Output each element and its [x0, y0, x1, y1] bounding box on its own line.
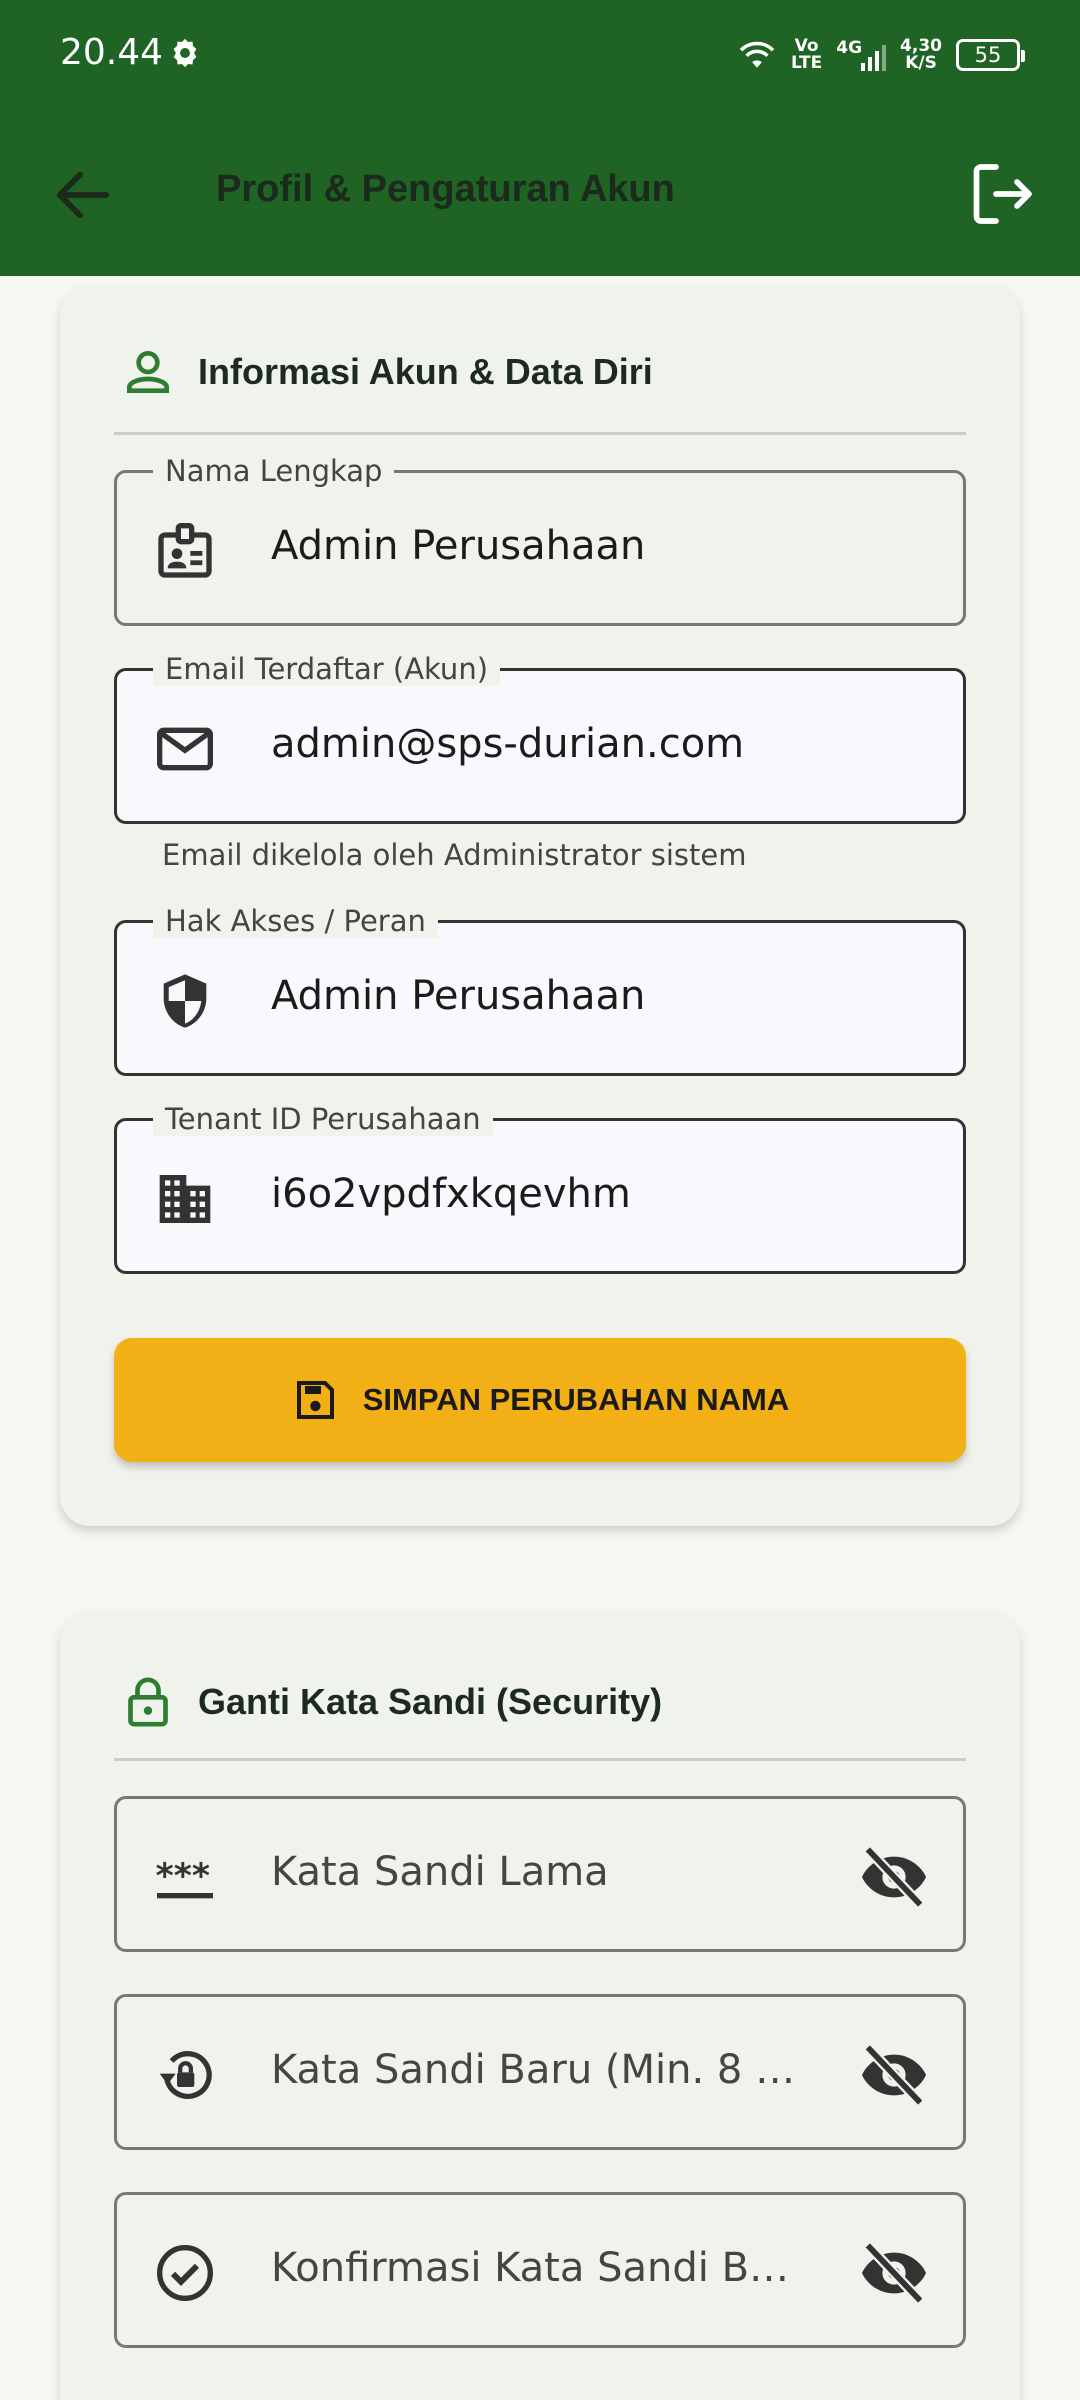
status-icons: Vo LTE 4G 4,30 K/S 55	[737, 30, 1025, 80]
divider	[114, 432, 966, 435]
confirm-password-field[interactable]: Konfirmasi Kata Sandi Baru	[114, 2192, 966, 2348]
security-card-title: Ganti Kata Sandi (Security)	[198, 1681, 663, 1722]
check-circle-icon	[157, 2245, 213, 2301]
save-name-button[interactable]: SIMPAN PERUBAHAN NAMA	[114, 1338, 966, 1462]
tenant-id-label: Tenant ID Perusahaan	[153, 1102, 493, 1136]
building-icon	[159, 1175, 211, 1223]
visibility-off-icon[interactable]	[859, 2043, 929, 2107]
tenant-id-value: i6o2vpdfxkqevhm	[271, 1171, 631, 1217]
new-password-placeholder: Kata Sandi Baru (Min. 8 k…	[271, 2047, 811, 2093]
logout-icon[interactable]	[966, 158, 1038, 230]
visibility-off-icon[interactable]	[859, 1845, 929, 1909]
old-password-field[interactable]: *** Kata Sandi Lama	[114, 1796, 966, 1952]
lock-icon	[128, 1677, 168, 1727]
save-button-label: SIMPAN PERUBAHAN NAMA	[362, 1382, 790, 1417]
account-card-header: Informasi Akun & Data Diri	[120, 342, 653, 402]
volte-indicator: Vo LTE	[791, 36, 823, 73]
full-name-value: Admin Perusahaan	[271, 523, 646, 569]
svg-text:***: ***	[156, 1857, 210, 1897]
security-card-header: Ganti Kata Sandi (Security)	[120, 1672, 662, 1732]
visibility-off-icon[interactable]	[859, 2241, 929, 2305]
email-value: admin@sps-durian.com	[271, 721, 745, 767]
save-icon	[296, 1381, 334, 1419]
tenant-id-field: Tenant ID Perusahaan i6o2vpdfxkqevhm	[114, 1102, 966, 1274]
new-password-field[interactable]: Kata Sandi Baru (Min. 8 k…	[114, 1994, 966, 2150]
email-helper-text: Email dikelola oleh Administrator sistem	[162, 838, 747, 872]
wifi-icon	[739, 41, 775, 68]
mail-icon	[157, 727, 213, 771]
email-label: Email Terdaftar (Akun)	[153, 652, 501, 686]
back-arrow-icon[interactable]	[48, 160, 118, 230]
signal-icon: 4G	[836, 39, 887, 71]
id-badge-icon	[158, 523, 212, 578]
shield-icon	[163, 974, 207, 1028]
lock-reset-icon	[159, 2051, 212, 2100]
role-label: Hak Akses / Peran	[153, 904, 438, 938]
old-password-placeholder: Kata Sandi Lama	[271, 1849, 609, 1895]
account-card-title: Informasi Akun & Data Diri	[198, 351, 653, 392]
battery-icon: 55	[956, 39, 1025, 71]
role-field: Hak Akses / Peran Admin Perusahaan	[114, 904, 966, 1076]
role-value: Admin Perusahaan	[271, 973, 646, 1019]
email-field: Email Terdaftar (Akun) admin@sps-durian.…	[114, 652, 966, 824]
notification-icon	[173, 38, 197, 68]
confirm-password-placeholder: Konfirmasi Kata Sandi Baru	[271, 2245, 811, 2291]
account-info-card: Informasi Akun & Data Diri Nama Lengkap …	[60, 286, 1020, 1526]
speed-indicator: 4,30 K/S	[900, 36, 942, 73]
change-password-card: Ganti Kata Sandi (Security) *** Kata San…	[60, 1612, 1020, 2400]
password-icon: ***	[156, 1857, 213, 1899]
status-bar: 20.44 Vo LTE 4G 4,30 K/S 55	[0, 0, 1080, 110]
full-name-field[interactable]: Nama Lengkap Admin Perusahaan	[114, 454, 966, 626]
page-title: Profil & Pengaturan Akun	[216, 168, 675, 210]
status-time: 20.44	[60, 32, 164, 73]
full-name-label: Nama Lengkap	[153, 454, 395, 488]
person-icon	[127, 351, 169, 393]
divider	[114, 1758, 966, 1761]
app-bar: Profil & Pengaturan Akun	[0, 110, 1080, 276]
